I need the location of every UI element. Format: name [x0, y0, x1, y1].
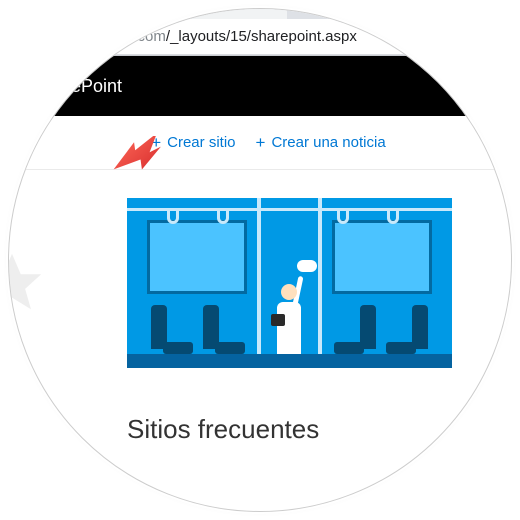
browser-tab[interactable]: S SharePoint × — [17, 8, 287, 19]
frequent-sites-heading: Sitios frecuentes — [127, 414, 501, 445]
create-news-button[interactable]: + Crear una noticia — [256, 133, 386, 153]
address-bar[interactable]: lvetic.sharepoint.com/_layouts/15/sharep… — [8, 19, 512, 55]
sidebar-item-label[interactable]: itio — [8, 371, 117, 388]
action-bar: Point + Crear sitio + Crear una noticia — [8, 116, 512, 170]
create-news-label: Crear una noticia — [271, 134, 385, 151]
close-icon[interactable]: × — [260, 8, 277, 11]
sharepoint-topbar: SharePoint — [8, 56, 512, 116]
browser-chrome: S SharePoint × + lvetic.sharepoint.com/_… — [8, 8, 512, 56]
annotation-arrow-icon — [110, 136, 164, 181]
new-tab-button[interactable]: + — [293, 8, 321, 19]
sharepoint-favicon: S — [27, 8, 43, 10]
plus-icon: + — [302, 8, 313, 16]
url-text: lvetic.sharepoint.com/_layouts/15/sharep… — [8, 28, 357, 45]
create-site-label: Crear sitio — [167, 134, 235, 151]
breadcrumb[interactable]: Point — [8, 134, 21, 151]
tab-title: SharePoint — [51, 8, 260, 10]
brand-label: SharePoint — [33, 76, 122, 97]
hero-illustration — [127, 198, 452, 368]
plus-icon: + — [256, 133, 266, 153]
tab-strip: S SharePoint × + — [8, 8, 512, 19]
star-icon — [8, 248, 117, 323]
